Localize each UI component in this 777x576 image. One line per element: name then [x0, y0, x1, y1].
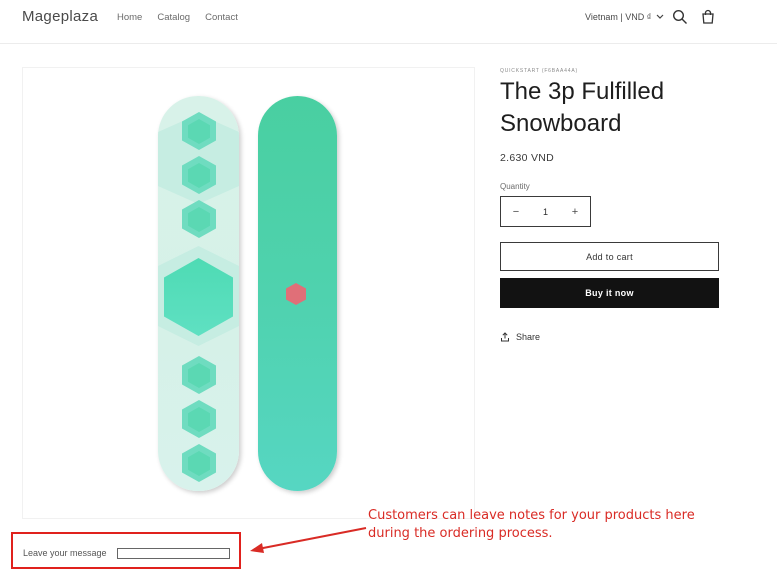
quantity-increase-button[interactable]: +	[560, 197, 590, 226]
message-input[interactable]	[117, 548, 230, 559]
nav-home[interactable]: Home	[117, 12, 142, 23]
add-to-cart-button[interactable]: Add to cart	[500, 242, 719, 271]
quantity-input[interactable]: 1	[531, 207, 560, 217]
arrow-icon	[250, 527, 367, 553]
quantity-decrease-button[interactable]: −	[501, 197, 531, 226]
product-price: 2.630 VND	[500, 152, 555, 164]
country-currency-selector[interactable]: Vietnam | VND ₫	[585, 12, 664, 22]
quantity-label: Quantity	[500, 182, 530, 191]
store-logo[interactable]: Mageplaza	[22, 8, 98, 25]
locale-label: Vietnam | VND ₫	[585, 12, 652, 22]
cart-icon[interactable]	[700, 9, 716, 25]
annotation-note: Customers can leave notes for your produ…	[368, 508, 695, 541]
quantity-stepper: − 1 +	[500, 196, 591, 227]
chevron-down-icon	[656, 14, 664, 19]
main-nav: Home Catalog Contact	[117, 12, 238, 23]
snowboard-top-image	[158, 96, 239, 491]
product-image[interactable]	[22, 67, 475, 519]
nav-catalog[interactable]: Catalog	[157, 12, 190, 23]
message-label: Leave your message	[23, 548, 107, 558]
nav-contact[interactable]: Contact	[205, 12, 238, 23]
site-header: Mageplaza Home Catalog Contact Vietnam |…	[0, 0, 777, 44]
share-label: Share	[516, 332, 541, 342]
product-title: The 3p Fulfilled Snowboard	[500, 78, 665, 137]
snowboard-base-image	[258, 96, 337, 491]
share-button[interactable]: Share	[500, 332, 540, 342]
search-icon[interactable]	[672, 9, 688, 25]
share-icon	[501, 332, 509, 342]
product-vendor: QUICKSTART (F6BAA44A)	[500, 68, 578, 74]
message-highlight-box: Leave your message	[11, 532, 241, 569]
brand-hex-icon	[286, 283, 306, 305]
buy-it-now-button[interactable]: Buy it now	[500, 278, 719, 308]
